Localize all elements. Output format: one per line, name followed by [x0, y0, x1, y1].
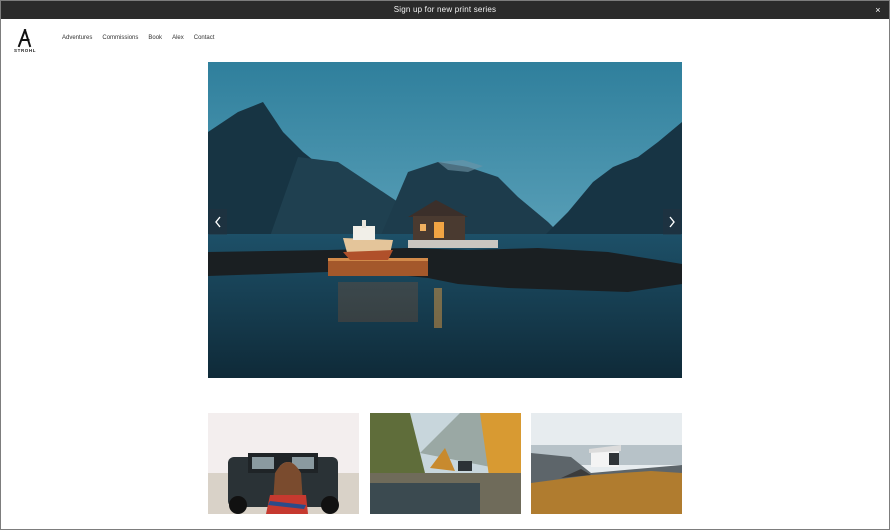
slideshow-next-button[interactable]	[663, 209, 681, 235]
announcement-banner[interactable]: Sign up for new print series ×	[1, 1, 889, 19]
gallery-thumbnail[interactable]	[208, 413, 359, 514]
nav-item-contact[interactable]: Contact	[194, 35, 215, 41]
a-logo-icon	[17, 28, 32, 48]
main-nav: Adventures Commissions Book Alex Contact	[62, 35, 214, 41]
nav-item-alex[interactable]: Alex	[172, 35, 184, 41]
nav-item-book[interactable]: Book	[148, 35, 162, 41]
chevron-left-icon	[215, 216, 221, 228]
gallery-thumbnail[interactable]	[531, 413, 682, 514]
nav-item-commissions[interactable]: Commissions	[102, 35, 138, 41]
brand-logo-text: STROHL	[14, 48, 37, 53]
banner-text[interactable]: Sign up for new print series	[394, 5, 497, 14]
slideshow-prev-button[interactable]	[209, 209, 227, 235]
nav-item-adventures[interactable]: Adventures	[62, 35, 92, 41]
chevron-right-icon	[669, 216, 675, 228]
hero-slide-image[interactable]	[208, 62, 682, 378]
gallery-thumbnail[interactable]	[370, 413, 521, 514]
close-icon[interactable]: ×	[873, 1, 883, 19]
